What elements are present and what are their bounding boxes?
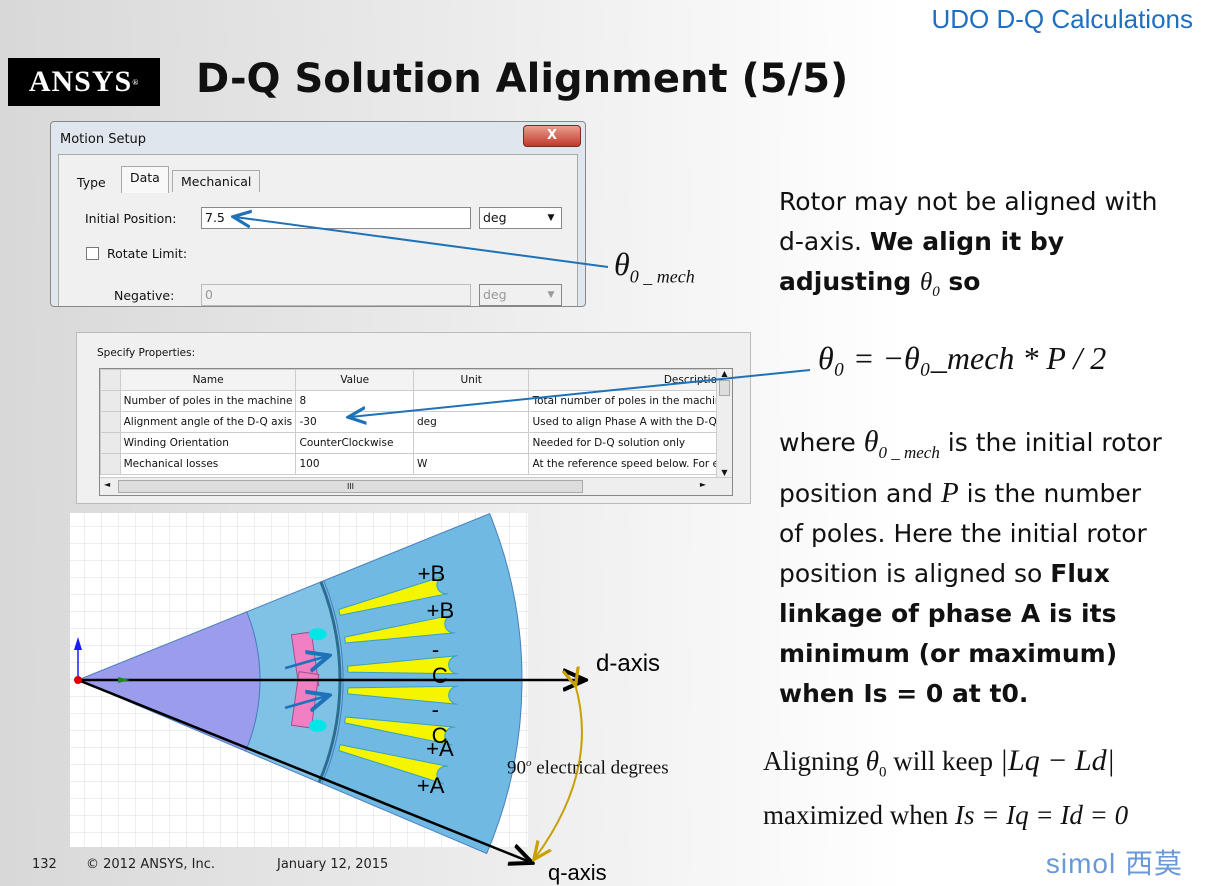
- slot-label: +A: [426, 736, 454, 762]
- angle-value: 90: [507, 757, 526, 779]
- q-axis-label: q-axis: [548, 860, 607, 885]
- d-axis-label: d-axis: [596, 650, 661, 677]
- theta: θ: [614, 246, 630, 282]
- p3-abs: |Lq − Ld|: [999, 744, 1115, 777]
- page-number: 132: [32, 857, 57, 872]
- copyright: © 2012 ANSYS, Inc.: [86, 857, 216, 872]
- p4-equation: Is = Iq = Id = 0: [954, 800, 1129, 830]
- p3-text-a: Aligning: [763, 746, 866, 776]
- theta-sub: 0 _ mech: [629, 266, 695, 287]
- slot-label: +B: [426, 598, 455, 624]
- p4-text: maximized when: [763, 800, 955, 830]
- slot-label: +B: [417, 561, 446, 587]
- date: January 12, 2015: [277, 857, 389, 872]
- paragraph-3: Aligning θ0 will keep |Lq − Ld|: [763, 744, 1115, 781]
- origin-icon: [74, 676, 82, 684]
- magnet-tip: [308, 628, 327, 641]
- p3-text-b: will keep: [886, 746, 1000, 776]
- slot-label: +A: [416, 773, 445, 799]
- magnet-tip: [308, 719, 327, 732]
- p2-P: P: [940, 477, 959, 509]
- paragraph-1: Rotor may not be aligned with d-axis. We…: [779, 187, 1158, 300]
- paragraph-4: maximized when Is = Iq = Id = 0: [763, 800, 1128, 831]
- p1-bold-end: so: [939, 267, 981, 296]
- angle-label: 90o electrical degrees: [507, 757, 669, 779]
- paragraph-2: where θ0 _ mech is the initial rotor pos…: [779, 425, 1162, 708]
- p2-text-a: where: [779, 428, 864, 457]
- angle-text: electrical degrees: [531, 757, 669, 779]
- watermark: simol 西莫: [1045, 848, 1183, 879]
- equation: θ₀ = −θ₀_mech * P / 2: [818, 340, 1107, 376]
- theta-mech-label: θ0 _ mech: [614, 246, 695, 287]
- slot-label: -C: [431, 637, 448, 689]
